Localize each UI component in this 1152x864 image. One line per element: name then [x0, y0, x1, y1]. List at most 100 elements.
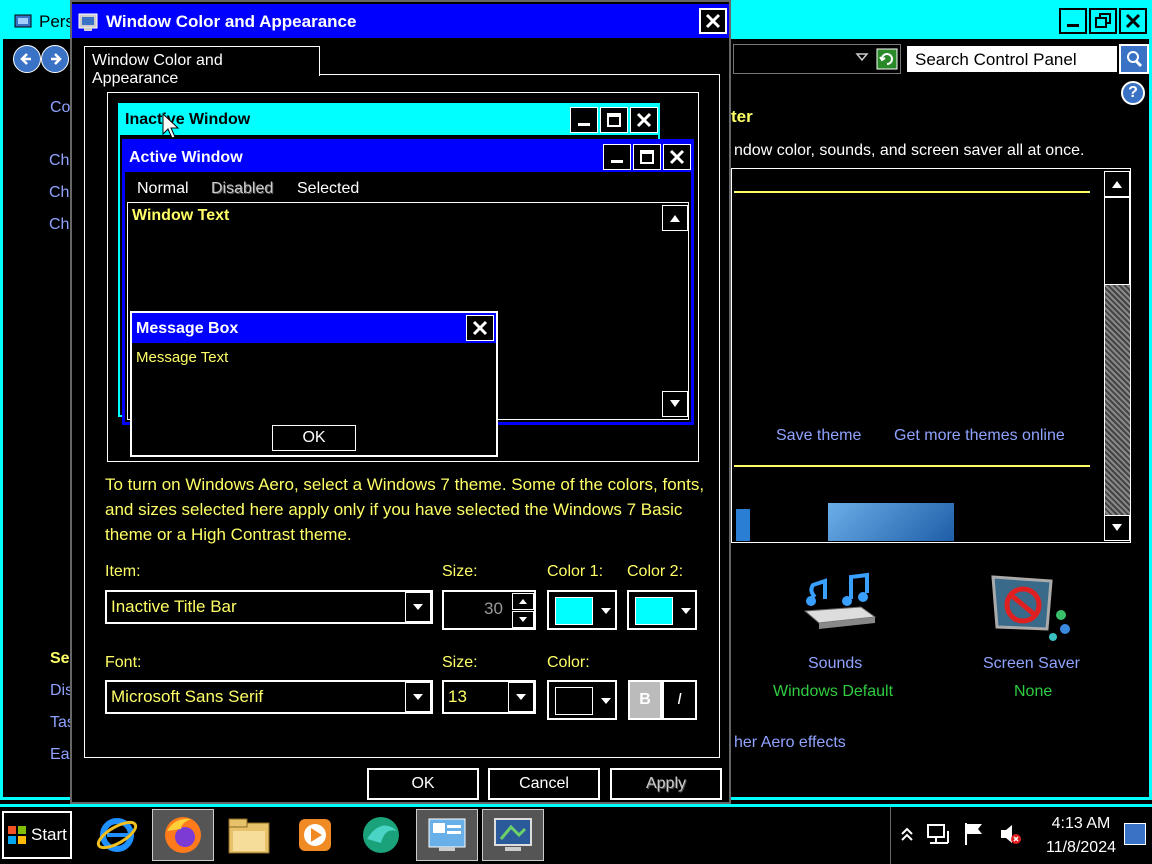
file-explorer-icon: [228, 818, 270, 854]
see-also-link-ease[interactable]: Ea: [50, 746, 70, 764]
start-button[interactable]: Start: [2, 811, 72, 859]
restore-button[interactable]: [1089, 8, 1117, 34]
close-button[interactable]: [1119, 8, 1147, 34]
network-icon[interactable]: [926, 821, 952, 852]
theme-thumbnail[interactable]: [736, 509, 750, 541]
size-up-button[interactable]: [512, 593, 534, 610]
scroll-down-button[interactable]: [1104, 515, 1130, 541]
page-heading: ter: [731, 107, 753, 126]
taskbar-file-explorer[interactable]: [218, 809, 280, 861]
taskbar-display-settings[interactable]: [482, 809, 544, 861]
theme-thumbnail[interactable]: [828, 503, 954, 541]
aero-effects-link[interactable]: her Aero effects: [734, 734, 846, 752]
font-size-select[interactable]: 13: [442, 680, 536, 714]
taskbar-internet-explorer[interactable]: [86, 809, 148, 861]
window-app-icon: [13, 11, 33, 36]
ok-button[interactable]: OK: [367, 768, 479, 800]
dialog-close-button[interactable]: [699, 8, 727, 34]
action-center-flag-icon[interactable]: [962, 821, 988, 852]
active-window-title: Active Window: [129, 149, 243, 166]
font-size-dropdown-button[interactable]: [508, 682, 534, 712]
inactive-maximize-button: [600, 107, 628, 133]
preview-scroll-up: [662, 205, 688, 231]
font-size-value: 13: [448, 687, 467, 706]
media-player-icon: [299, 819, 331, 851]
search-input[interactable]: Search Control Panel: [905, 44, 1119, 74]
screen-saver-icon[interactable]: [987, 571, 1077, 652]
taskbar-browser[interactable]: [350, 809, 412, 861]
taskbar-control-panel[interactable]: [416, 809, 478, 861]
font-color-picker[interactable]: [547, 680, 617, 720]
scroll-thumb[interactable]: [1104, 197, 1130, 285]
divider: [734, 191, 1090, 193]
cancel-button[interactable]: Cancel: [488, 768, 600, 800]
minimize-button[interactable]: [1059, 8, 1087, 34]
inactive-close-button: [630, 107, 658, 133]
font-select[interactable]: Microsoft Sans Serif: [105, 680, 433, 714]
dialog-titlebar[interactable]: Window Color and Appearance: [72, 4, 729, 38]
back-button[interactable]: [13, 45, 41, 73]
chevron-down-icon: [601, 608, 611, 614]
size-down-button[interactable]: [512, 611, 534, 628]
preview-message-box[interactable]: Message Box Message Text OK: [130, 311, 498, 457]
clock-time[interactable]: 4:13 AM: [1040, 815, 1122, 833]
font-size-label: Size:: [442, 654, 478, 671]
color1-picker[interactable]: [547, 590, 617, 630]
chevron-down-icon: [681, 608, 691, 614]
forward-button[interactable]: [41, 45, 69, 73]
sidebar-link-2[interactable]: Ch: [49, 184, 69, 202]
appearance-preview[interactable]: Inactive Window Active Window Normal Dis…: [107, 92, 699, 462]
font-select-value: Microsoft Sans Serif: [111, 687, 264, 706]
sounds-link[interactable]: Sounds: [808, 655, 862, 673]
item-dropdown-button[interactable]: [405, 592, 431, 622]
window-text: Window Text: [132, 207, 230, 224]
message-box-close-button: [466, 315, 494, 341]
bold-toggle[interactable]: B: [628, 680, 662, 720]
clock-date[interactable]: 11/8/2024: [1040, 839, 1122, 857]
taskbar-firefox[interactable]: [152, 809, 214, 861]
color2-picker[interactable]: [627, 590, 697, 630]
font-label: Font:: [105, 654, 142, 671]
taskbar-media-player[interactable]: [284, 809, 346, 861]
item-size-value: 30: [484, 599, 503, 618]
item-size-spinner[interactable]: 30: [442, 590, 536, 630]
menu-selected: Selected: [297, 180, 360, 197]
show-hidden-icons-icon[interactable]: [900, 825, 914, 848]
item-label: Item:: [105, 563, 141, 580]
scroll-up-button[interactable]: [1104, 171, 1130, 197]
aero-info-text: To turn on Windows Aero, select a Window…: [105, 475, 705, 544]
color2-label: Color 2:: [627, 563, 684, 580]
apply-button[interactable]: Apply: [610, 768, 722, 800]
browser-icon: [363, 817, 399, 853]
inactive-title-bar[interactable]: Inactive Window: [120, 105, 658, 135]
show-desktop-button[interactable]: [1124, 823, 1146, 845]
address-dropdown-icon[interactable]: [855, 50, 869, 69]
font-color-label: Color:: [547, 654, 590, 671]
color1-swatch: [555, 597, 593, 625]
display-settings-icon: [494, 818, 532, 851]
chevron-down-icon: [413, 694, 423, 700]
sounds-icon[interactable]: [791, 569, 881, 644]
sidebar-link-0[interactable]: Co: [50, 99, 70, 117]
tab-window-color[interactable]: Window Color and Appearance: [84, 46, 320, 87]
active-title-bar[interactable]: Active Window: [125, 142, 691, 172]
volume-muted-icon[interactable]: [998, 821, 1024, 852]
menu-normal: Normal: [137, 180, 189, 197]
refresh-icon[interactable]: [876, 48, 898, 75]
italic-toggle[interactable]: I: [662, 680, 697, 720]
taskbar: Start 4:13 AM 11/8/2024: [0, 804, 1152, 864]
firefox-icon: [165, 817, 201, 853]
get-more-themes-link[interactable]: Get more themes online: [894, 427, 1065, 445]
save-theme-link[interactable]: Save theme: [776, 427, 861, 445]
item-size-label: Size:: [442, 563, 478, 580]
help-button[interactable]: ?: [1121, 81, 1145, 105]
color1-label: Color 1:: [547, 563, 604, 580]
search-button[interactable]: [1119, 44, 1149, 74]
font-dropdown-button[interactable]: [405, 682, 431, 712]
sidebar-link-1[interactable]: Ch: [49, 152, 69, 170]
theme-list[interactable]: Save theme Get more themes online: [731, 168, 1131, 543]
active-close-button: [663, 144, 691, 170]
sidebar-link-3[interactable]: Ch: [49, 216, 69, 234]
screen-saver-link[interactable]: Screen Saver: [983, 655, 1080, 673]
item-select[interactable]: Inactive Title Bar: [105, 590, 433, 624]
